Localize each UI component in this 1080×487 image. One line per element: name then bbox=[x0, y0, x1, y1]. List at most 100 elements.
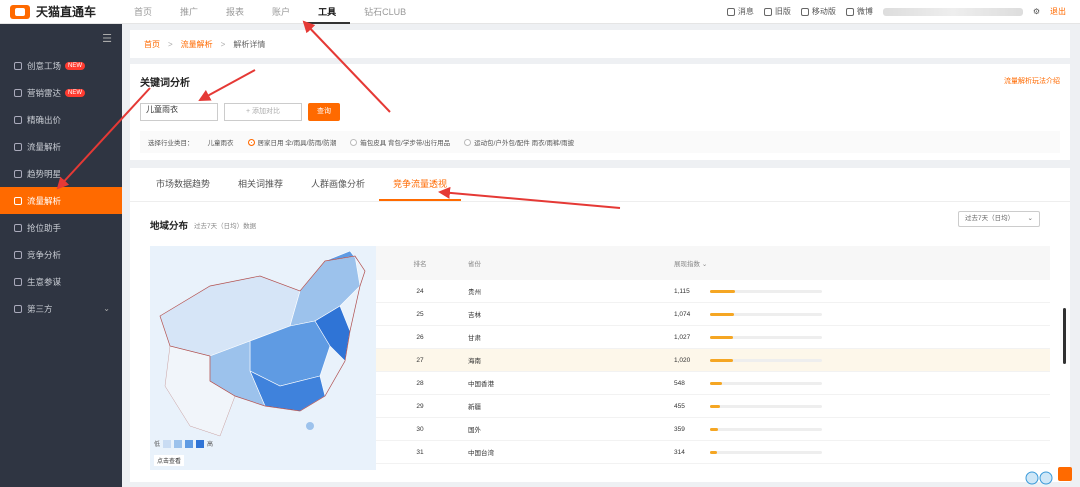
table-row[interactable]: 27 海南 1,020 bbox=[376, 349, 1050, 372]
province-table: 排名 省份 展现指数 ⌄ 24 贵州 1,115 25 吉林 1,074 26 甘肃 1,027… bbox=[376, 246, 1050, 470]
cell-index: 1,115 bbox=[674, 287, 690, 295]
cell-rank: 31 bbox=[416, 448, 424, 456]
document-icon bbox=[14, 115, 22, 124]
sidebar: ☰ 创意工场 NEW 营销雷达 NEW 精确出价 流量解析 趋势明星 流量解析 抢位… bbox=[0, 24, 122, 487]
table-row[interactable]: 24 贵州 1,115 bbox=[376, 280, 1050, 303]
help-corner-button[interactable] bbox=[1058, 467, 1072, 481]
table-row[interactable]: 25 吉林 1,074 bbox=[376, 303, 1050, 326]
chevron-down-icon: ⌄ bbox=[103, 304, 110, 313]
map-region-island bbox=[306, 422, 314, 430]
index-bar-fill bbox=[710, 450, 718, 454]
breadcrumb-home[interactable]: 首页 bbox=[144, 39, 160, 50]
cell-index: 1,027 bbox=[674, 333, 691, 341]
cell-rank: 26 bbox=[416, 333, 424, 341]
nav-report[interactable]: 报表 bbox=[212, 0, 258, 24]
chevron-down-icon: ⌄ bbox=[1027, 215, 1033, 222]
sidebar-item-radar[interactable]: 营销雷达 NEW bbox=[0, 79, 122, 106]
cell-rank: 30 bbox=[416, 425, 424, 433]
industry-option-sports[interactable]: 运动包/户外包/配件 雨衣/雨裤/雨披 bbox=[464, 137, 574, 147]
industry-label: 选择行业类目： bbox=[148, 140, 194, 147]
industry-option-bags[interactable]: 箱包皮具 背包/学步带/出行用品 bbox=[350, 137, 450, 147]
cell-index: 455 bbox=[674, 402, 685, 410]
logo[interactable]: 天猫直通车 bbox=[0, 3, 120, 20]
logout-link[interactable]: 退出 bbox=[1050, 6, 1066, 17]
tab-competition-traffic[interactable]: 竞争流量透视 bbox=[379, 168, 462, 201]
analysis-tabs-panel: 市场数据趋势 相关词推荐 人群画像分析 竞争流量透视 地域分布 过去7天（日均）… bbox=[130, 168, 1070, 482]
add-compare-button[interactable]: + 添加对比 bbox=[224, 103, 302, 121]
breadcrumb-section[interactable]: 流量解析 bbox=[181, 39, 213, 50]
header-index[interactable]: 展现指数 ⌄ bbox=[674, 258, 707, 268]
cell-province: 中国香港 bbox=[468, 381, 494, 388]
sidebar-item-business[interactable]: 生意参谋 bbox=[0, 268, 122, 295]
cell-province: 海南 bbox=[468, 358, 481, 365]
cell-index: 548 bbox=[674, 379, 685, 387]
sidebar-item-third-party[interactable]: 第三方 ⌄ bbox=[0, 295, 122, 322]
legend-swatch bbox=[174, 439, 183, 448]
nav-promote[interactable]: 推广 bbox=[166, 0, 212, 24]
nav-account[interactable]: 账户 bbox=[258, 0, 304, 24]
keyword-analysis-panel: 关键词分析 流量解析玩法介绍 儿童雨衣 + 添加对比 查询 选择行业类目： 儿童… bbox=[130, 64, 1070, 160]
breadcrumb-separator: > bbox=[220, 39, 226, 49]
document-icon bbox=[14, 142, 22, 151]
index-bar-fill bbox=[710, 289, 735, 293]
top-bar: 天猫直通车 首页 推广 报表 账户 工具 钻石CLUB 消息 旧版 移动版 微博… bbox=[0, 0, 1080, 24]
index-bar bbox=[710, 404, 822, 408]
tab-audience[interactable]: 人群画像分析 bbox=[297, 168, 379, 201]
map-mode-toggle[interactable]: 点击查看 bbox=[154, 455, 185, 466]
table-scrollbar[interactable] bbox=[1063, 308, 1066, 364]
index-bar bbox=[710, 427, 822, 431]
top-right-tools: 消息 旧版 移动版 微博 ⚙ 退出 bbox=[726, 6, 1080, 17]
legend-swatch bbox=[185, 439, 194, 448]
new-badge: NEW bbox=[65, 61, 86, 70]
cell-province: 甘肃 bbox=[468, 335, 481, 342]
map-legend: 低 高 bbox=[154, 439, 213, 448]
breadcrumb-current: 解析详情 bbox=[233, 39, 266, 49]
old-version-link[interactable]: 旧版 bbox=[763, 6, 791, 17]
weibo-link[interactable]: 微博 bbox=[845, 6, 873, 17]
sidebar-item-trend[interactable]: 趋势明星 bbox=[0, 160, 122, 187]
guide-link[interactable]: 流量解析玩法介绍 bbox=[1004, 76, 1060, 86]
sidebar-item-competition[interactable]: 竞争分析 bbox=[0, 241, 122, 268]
tab-market-trend[interactable]: 市场数据趋势 bbox=[142, 168, 224, 201]
breadcrumb: 首页 > 流量解析 > 解析详情 bbox=[130, 30, 1070, 58]
cell-province: 国外 bbox=[468, 427, 481, 434]
sidebar-item-traffic[interactable]: 流量解析 bbox=[0, 133, 122, 160]
breadcrumb-separator: > bbox=[168, 39, 173, 49]
query-button[interactable]: 查询 bbox=[308, 103, 340, 121]
nav-tools[interactable]: 工具 bbox=[304, 0, 351, 24]
index-bar bbox=[710, 335, 822, 339]
tab-related-words[interactable]: 相关词推荐 bbox=[224, 168, 297, 201]
cell-rank: 24 bbox=[416, 287, 424, 295]
cell-index: 314 bbox=[674, 448, 685, 456]
target-icon bbox=[14, 223, 22, 232]
message-link[interactable]: 消息 bbox=[726, 6, 754, 17]
index-bar bbox=[710, 312, 822, 316]
sidebar-item-rank-helper[interactable]: 抢位助手 bbox=[0, 214, 122, 241]
keyword-input[interactable]: 儿童雨衣 bbox=[140, 103, 218, 121]
nav-club[interactable]: 钻石CLUB bbox=[350, 0, 420, 24]
industry-option-home[interactable]: 居家日用 伞/雨具/防雨/防潮 bbox=[247, 137, 336, 147]
keyword-title: 关键词分析 bbox=[140, 78, 190, 89]
period-select[interactable]: 过去7天（日均） ⌄ bbox=[958, 211, 1040, 227]
cell-rank: 27 bbox=[416, 356, 424, 364]
sidebar-item-creative[interactable]: 创意工场 NEW bbox=[0, 52, 122, 79]
table-row[interactable]: 26 甘肃 1,027 bbox=[376, 326, 1050, 349]
cell-index: 1,074 bbox=[674, 310, 691, 318]
sidebar-item-traffic-analysis[interactable]: 流量解析 bbox=[0, 187, 122, 214]
cell-rank: 28 bbox=[416, 379, 424, 387]
cell-province: 新疆 bbox=[468, 404, 481, 411]
table-row[interactable]: 29 新疆 455 bbox=[376, 395, 1050, 418]
table-row[interactable]: 31 中国台湾 314 bbox=[376, 441, 1050, 464]
chart-icon bbox=[14, 250, 22, 259]
settings-icon[interactable]: ⚙ bbox=[1033, 7, 1040, 16]
sidebar-collapse-icon[interactable]: ☰ bbox=[0, 32, 122, 52]
table-row[interactable]: 30 国外 359 bbox=[376, 418, 1050, 441]
radio-selected-icon bbox=[247, 138, 255, 146]
mobile-link[interactable]: 移动版 bbox=[800, 6, 836, 17]
cell-rank: 25 bbox=[416, 310, 424, 318]
sidebar-item-bid[interactable]: 精确出价 bbox=[0, 106, 122, 133]
table-row[interactable]: 28 中国香港 548 bbox=[376, 372, 1050, 395]
china-map[interactable]: 低 高 点击查看 bbox=[150, 246, 376, 470]
geo-subtitle: 过去7天（日均）数据 bbox=[194, 223, 257, 230]
nav-home[interactable]: 首页 bbox=[120, 0, 166, 24]
